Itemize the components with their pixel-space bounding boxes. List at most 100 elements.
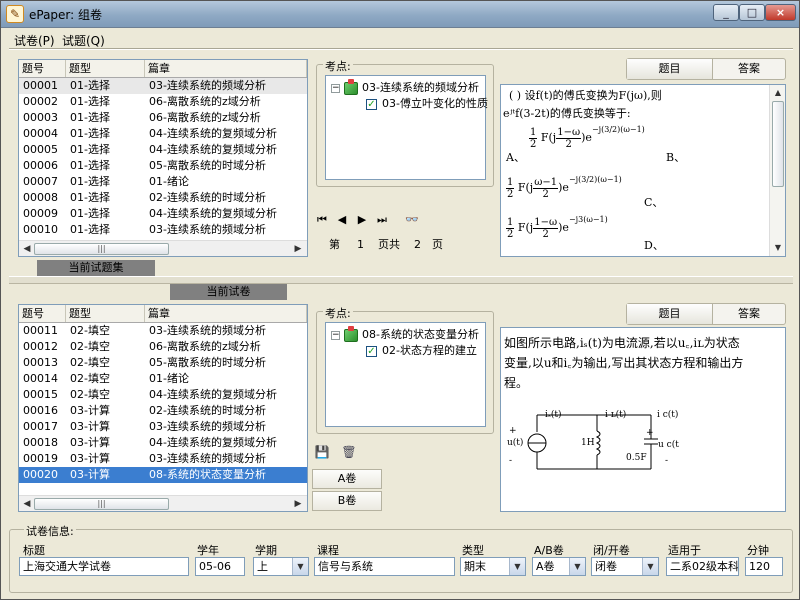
scroll-down-icon[interactable]: ▼ [771,241,785,255]
tree-point[interactable]: 03-傅立叶变化的性质 [382,97,488,111]
table-row[interactable]: 00017 03-计算 03-连续系统的频域分析 [19,419,307,435]
tab-question[interactable]: 题目 [627,59,713,79]
vertical-scrollbar[interactable]: ▲ ▼ [769,85,785,256]
menu-question[interactable]: 试题(Q) [62,32,105,49]
points-tree[interactable]: − 03-连续系统的频域分析 ✓ 03-傅立叶变化的性质 [325,75,488,180]
tab-question[interactable]: 题目 [627,304,713,324]
table-row[interactable]: 00019 03-计算 03-连续系统的频域分析 [19,451,307,467]
table-row[interactable]: 00007 01-选择 01-绪论 [19,174,307,190]
cell-id: 00009 [23,207,58,220]
minimize-button[interactable]: _ [713,4,739,21]
tree-chapter[interactable]: 03-连续系统的频域分析 [362,81,479,95]
point-checkbox[interactable]: ✓ [366,346,377,357]
table-row[interactable]: 00004 01-选择 04-连续系统的复频域分析 [19,126,307,142]
table-row[interactable]: 00014 02-填空 01-绪论 [19,371,307,387]
chevron-down-icon[interactable]: ▼ [509,558,525,575]
scroll-thumb[interactable]: ||| [34,243,169,255]
table-row[interactable]: 00009 01-选择 04-连续系统的复频域分析 [19,206,307,222]
next-page-icon[interactable]: ▶ [352,210,372,230]
table-row[interactable]: 00002 01-选择 06-离散系统的z域分析 [19,94,307,110]
first-page-icon[interactable]: ⏮ [312,210,332,230]
maximize-button[interactable]: □ [739,4,765,21]
splitter[interactable] [9,276,793,284]
scroll-left-icon[interactable]: ◀ [20,497,34,511]
tab-answer[interactable]: 答案 [713,304,785,324]
ab-select[interactable]: A卷 ▼ [532,557,586,576]
minutes-field[interactable]: 120 [745,557,783,576]
col-header-chapter[interactable]: 篇章 [145,305,307,322]
col-header-chapter[interactable]: 篇章 [145,60,307,77]
save-icon[interactable]: 💾 [311,442,333,462]
scroll-right-icon[interactable]: ▶ [291,242,305,256]
chevron-down-icon[interactable]: ▼ [642,558,658,575]
table-row[interactable]: 00003 01-选择 06-离散系统的z域分析 [19,110,307,126]
cell-chapter: 03-连续系统的频域分析 [149,79,266,92]
window-title: ePaper: 组卷 [29,8,103,22]
table-row[interactable]: 00012 02-填空 06-离散系统的z域分析 [19,339,307,355]
table-row[interactable]: 00008 01-选择 02-连续系统的时域分析 [19,190,307,206]
ab-label: A/B卷 [534,544,564,557]
circuit-diagram: iₛ(t) i ʟ(t) i c(t) + u(t) - 1H 0.5F + u… [507,409,679,470]
table-row[interactable]: 00001 01-选择 03-连续系统的频域分析 [19,78,307,94]
collapse-icon[interactable]: − [331,331,340,340]
title-label: 标题 [23,544,45,557]
col-header-type[interactable]: 题型 [66,60,145,77]
scroll-up-icon[interactable]: ▲ [771,86,785,100]
table-row[interactable]: 00015 02-填空 04-连续系统的复频域分析 [19,387,307,403]
cell-chapter: 04-连续系统的复频域分析 [149,127,277,140]
col-header-id[interactable]: 题号 [19,60,66,77]
type-select[interactable]: 期末 ▼ [460,557,526,576]
find-icon[interactable]: 👓 [402,210,422,230]
scroll-thumb[interactable] [772,101,784,187]
table-row[interactable]: 00013 02-填空 05-离散系统的时域分析 [19,355,307,371]
table-row[interactable]: 00016 03-计算 02-连续系统的时域分析 [19,403,307,419]
question-set-grid[interactable]: 题号 题型 篇章 00001 01-选择 03-连续系统的频域分析 00002 01-选… [18,59,308,257]
col-header-id[interactable]: 题号 [19,305,66,322]
horizontal-scrollbar[interactable]: ◀ ||| ▶ [19,495,307,511]
tab-answer[interactable]: 答案 [713,59,785,79]
chevron-down-icon[interactable]: ▼ [569,558,585,575]
point-checkbox[interactable]: ✓ [366,99,377,110]
term-label: 学期 [255,544,277,557]
tree-chapter[interactable]: 08-系统的状态变量分析 [362,328,479,342]
table-row[interactable]: 00006 01-选择 05-离散系统的时域分析 [19,158,307,174]
term-select[interactable]: 上 ▼ [253,557,309,576]
table-row[interactable]: 00005 01-选择 04-连续系统的复频域分析 [19,142,307,158]
for-field[interactable]: 二系02级本科 [666,557,739,576]
close-button[interactable]: × [765,4,796,21]
cell-type: 01-选择 [70,143,110,156]
paper-a-button[interactable]: A卷 [312,469,382,489]
table-row[interactable]: 00018 03-计算 04-连续系统的复频域分析 [19,435,307,451]
paper-b-button[interactable]: B卷 [312,491,382,511]
points-tree[interactable]: − 08-系统的状态变量分析 ✓ 02-状态方程的建立 [325,322,486,427]
scroll-thumb[interactable]: ||| [34,498,169,510]
horizontal-scrollbar[interactable]: ◀ ||| ▶ [19,240,307,256]
collapse-icon[interactable]: − [331,84,340,93]
last-page-icon[interactable]: ⏭ [372,210,392,230]
question-preview[interactable]: ( ) 设f(t)的傅氏变换为F(jω),则 eʲᵗf(3-2t)的傅氏变换等于… [500,84,786,257]
table-row[interactable]: 00011 02-填空 03-连续系统的频域分析 [19,323,307,339]
title-field[interactable]: 上海交通大学试卷 [19,557,189,576]
prev-page-icon[interactable]: ◀ [332,210,352,230]
course-field[interactable]: 信号与系统 [314,557,455,576]
col-header-type[interactable]: 题型 [66,305,145,322]
table-row[interactable]: 00020 03-计算 08-系统的状态变量分析 [19,467,307,483]
open-select[interactable]: 闭卷 ▼ [591,557,659,576]
paper-question-grid[interactable]: 题号 题型 篇章 00011 02-填空 03-连续系统的频域分析 00012 02-填… [18,304,308,512]
cell-type: 03-计算 [70,436,110,449]
total-pages: 2 [414,238,421,251]
menu-bar: 试卷(P) 试题(Q) [1,29,799,49]
title-bar[interactable]: ✎ ePaper: 组卷 _ □ × [1,1,799,28]
scroll-right-icon[interactable]: ▶ [291,497,305,511]
year-field[interactable]: 05-06 [195,557,245,576]
table-row[interactable]: 00010 01-选择 03-连续系统的频域分析 [19,222,307,238]
tree-point[interactable]: 02-状态方程的建立 [382,344,477,358]
cell-type: 03-计算 [70,452,110,465]
open-value: 闭卷 [595,560,617,573]
scroll-left-icon[interactable]: ◀ [20,242,34,256]
cell-id: 00016 [23,404,58,417]
menu-paper[interactable]: 试卷(P) [14,32,55,49]
cell-type: 01-选择 [70,95,110,108]
delete-icon[interactable]: 🗑 [338,442,360,462]
chevron-down-icon[interactable]: ▼ [292,558,308,575]
